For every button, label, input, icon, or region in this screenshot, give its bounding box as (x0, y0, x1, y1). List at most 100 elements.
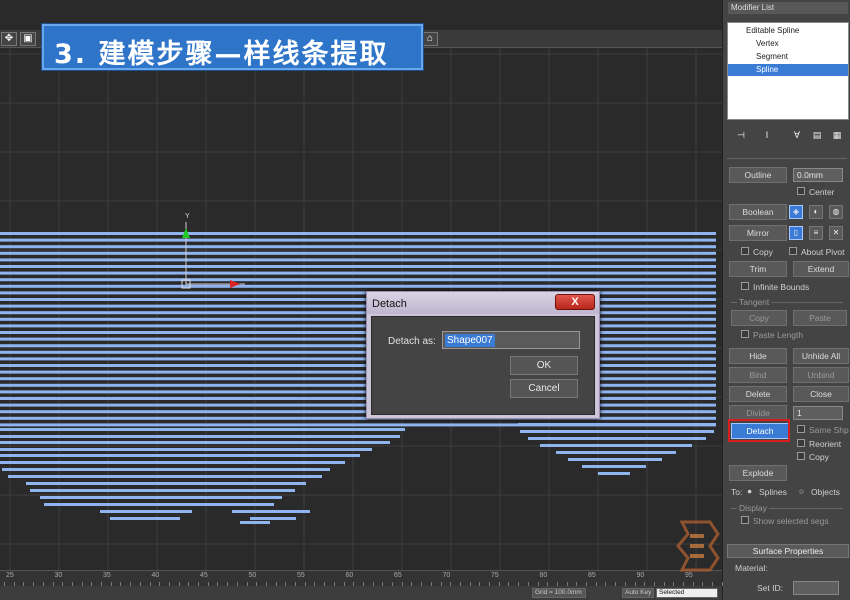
stack-item-spline[interactable]: Spline (728, 64, 848, 76)
spline-segment (0, 350, 716, 354)
timeline-tick-label: 65 (394, 572, 402, 579)
set-id-spinner[interactable] (793, 581, 839, 595)
stack-item-vertex[interactable]: Vertex (728, 38, 848, 50)
subtract-icon[interactable]: ◐ (809, 205, 823, 219)
spline-segment (556, 451, 676, 454)
selected-dropdown[interactable]: Selected (656, 588, 718, 598)
viewport[interactable]: ✥ ▣ ⌂ Y (0, 0, 722, 570)
mirror-horizontal-icon[interactable]: ▯ (789, 226, 803, 240)
objects-radio[interactable]: ○ (799, 486, 804, 496)
dialog-close-button[interactable]: X (555, 294, 595, 310)
detach-as-input[interactable]: Shape007 (442, 331, 580, 349)
remove-modifier-icon[interactable]: ▤ (811, 130, 823, 142)
home-icon[interactable]: ⌂ (422, 32, 438, 46)
spline-segment (520, 430, 714, 433)
unhide-all-button[interactable]: Unhide All (793, 348, 849, 364)
title-banner: 3. 建模步骤—样线条提取 (42, 24, 423, 70)
spline-segment (540, 444, 692, 447)
modifier-stack: Editable Spline Vertex Segment Spline (727, 22, 849, 120)
spline-segment (598, 472, 630, 475)
to-label: To: (731, 487, 743, 497)
divider (727, 158, 847, 159)
auto-key-button[interactable]: Auto Key (622, 588, 654, 598)
reorient-checkbox[interactable] (797, 439, 805, 447)
spline-segment (0, 448, 372, 451)
delete-button[interactable]: Delete (729, 386, 787, 402)
timeline-tick-label: 90 (636, 572, 645, 579)
outline-spinner[interactable]: 0.0mm (793, 168, 843, 182)
timeline-tick-label: 60 (345, 572, 354, 579)
show-end-result-icon[interactable]: Ⅰ (761, 130, 773, 142)
status-bar: Grid = 100.0mm Auto Key Selected (0, 586, 722, 600)
same-shp-checkbox[interactable] (797, 425, 805, 433)
spline-segment (0, 304, 716, 308)
copy-checkbox[interactable] (741, 247, 749, 255)
paste-length-checkbox[interactable] (741, 330, 749, 338)
timeline-tick-label: 25 (6, 572, 14, 579)
paste-length-label: Paste Length (753, 330, 804, 340)
about-pivot-checkbox[interactable] (789, 247, 797, 255)
viewport-icon[interactable]: ▣ (20, 32, 36, 46)
surface-properties-rollout[interactable]: Surface Properties (727, 544, 849, 558)
spline-segment (0, 403, 716, 407)
infinite-bounds-checkbox[interactable] (741, 282, 749, 290)
spline-segment (528, 437, 706, 440)
dialog-title: Detach (372, 298, 407, 310)
detach-highlight-box (728, 419, 790, 442)
command-panel: Modifier List Editable Spline Vertex Seg… (722, 0, 850, 600)
bind-button[interactable]: Bind (729, 367, 787, 383)
mirror-vertical-icon[interactable]: ≡ (809, 226, 823, 240)
stack-item-segment[interactable]: Segment (728, 51, 848, 63)
spline-segment (100, 510, 192, 513)
spline-segment (0, 232, 716, 235)
dialog-titlebar[interactable]: Detach X (367, 292, 599, 314)
timeline-tick-label: 50 (248, 572, 257, 579)
timeline[interactable]: 25 30 35 40 45 50 55 60 65 70 75 80 85 90 95 (0, 570, 723, 586)
trim-button[interactable]: Trim (729, 261, 787, 277)
spline-segment (0, 397, 716, 400)
spline-segment (0, 390, 716, 394)
spline-segment (582, 465, 646, 468)
spline-segment (0, 245, 716, 249)
close-button[interactable]: Close (793, 386, 849, 402)
intersect-icon[interactable]: ◍ (829, 205, 843, 219)
spline-segment (30, 489, 295, 492)
set-id-label: Set ID: (757, 583, 783, 593)
spline-segment (0, 410, 716, 414)
spline-segment (518, 423, 716, 426)
cancel-button[interactable]: Cancel (510, 379, 578, 398)
watermark-logo (676, 520, 720, 572)
stack-item-editable-spline[interactable]: Editable Spline (728, 25, 848, 37)
spline-segment (0, 238, 716, 242)
spline-segment (0, 428, 405, 431)
spline-shape[interactable] (0, 0, 722, 570)
boolean-button[interactable]: Boolean (729, 204, 787, 220)
pin-stack-icon[interactable]: ⊣ (735, 130, 747, 142)
spline-segment (0, 317, 716, 321)
tangent-copy-button[interactable]: Copy (731, 310, 787, 326)
center-checkbox[interactable] (797, 187, 805, 195)
paste-button[interactable]: Paste (793, 310, 847, 326)
hide-button[interactable]: Hide (729, 348, 787, 364)
splines-radio[interactable]: ● (747, 486, 752, 496)
unbind-button[interactable]: Unbind (793, 367, 849, 383)
explode-button[interactable]: Explode (729, 465, 787, 481)
union-icon[interactable]: ◈ (789, 205, 803, 219)
detach-copy-checkbox[interactable] (797, 452, 805, 460)
modifier-list-dropdown[interactable]: Modifier List (728, 2, 848, 14)
show-selected-segs-checkbox[interactable] (741, 516, 749, 524)
reorient-label: Reorient (809, 439, 842, 449)
ok-button[interactable]: OK (510, 356, 578, 375)
mirror-both-icon[interactable]: ✕ (829, 226, 843, 240)
mirror-button[interactable]: Mirror (729, 225, 787, 241)
configure-sets-icon[interactable]: ▦ (831, 130, 843, 142)
display-label: Display (737, 503, 769, 513)
move-icon[interactable]: ✥ (1, 32, 17, 46)
make-unique-icon[interactable]: ∀ (791, 130, 803, 142)
extend-button[interactable]: Extend (793, 261, 849, 277)
spline-segment (250, 517, 296, 520)
divide-spinner[interactable]: 1 (793, 406, 843, 420)
outline-button[interactable]: Outline (729, 167, 787, 183)
timeline-tick-label: 45 (200, 572, 208, 579)
spline-segment (0, 461, 345, 464)
